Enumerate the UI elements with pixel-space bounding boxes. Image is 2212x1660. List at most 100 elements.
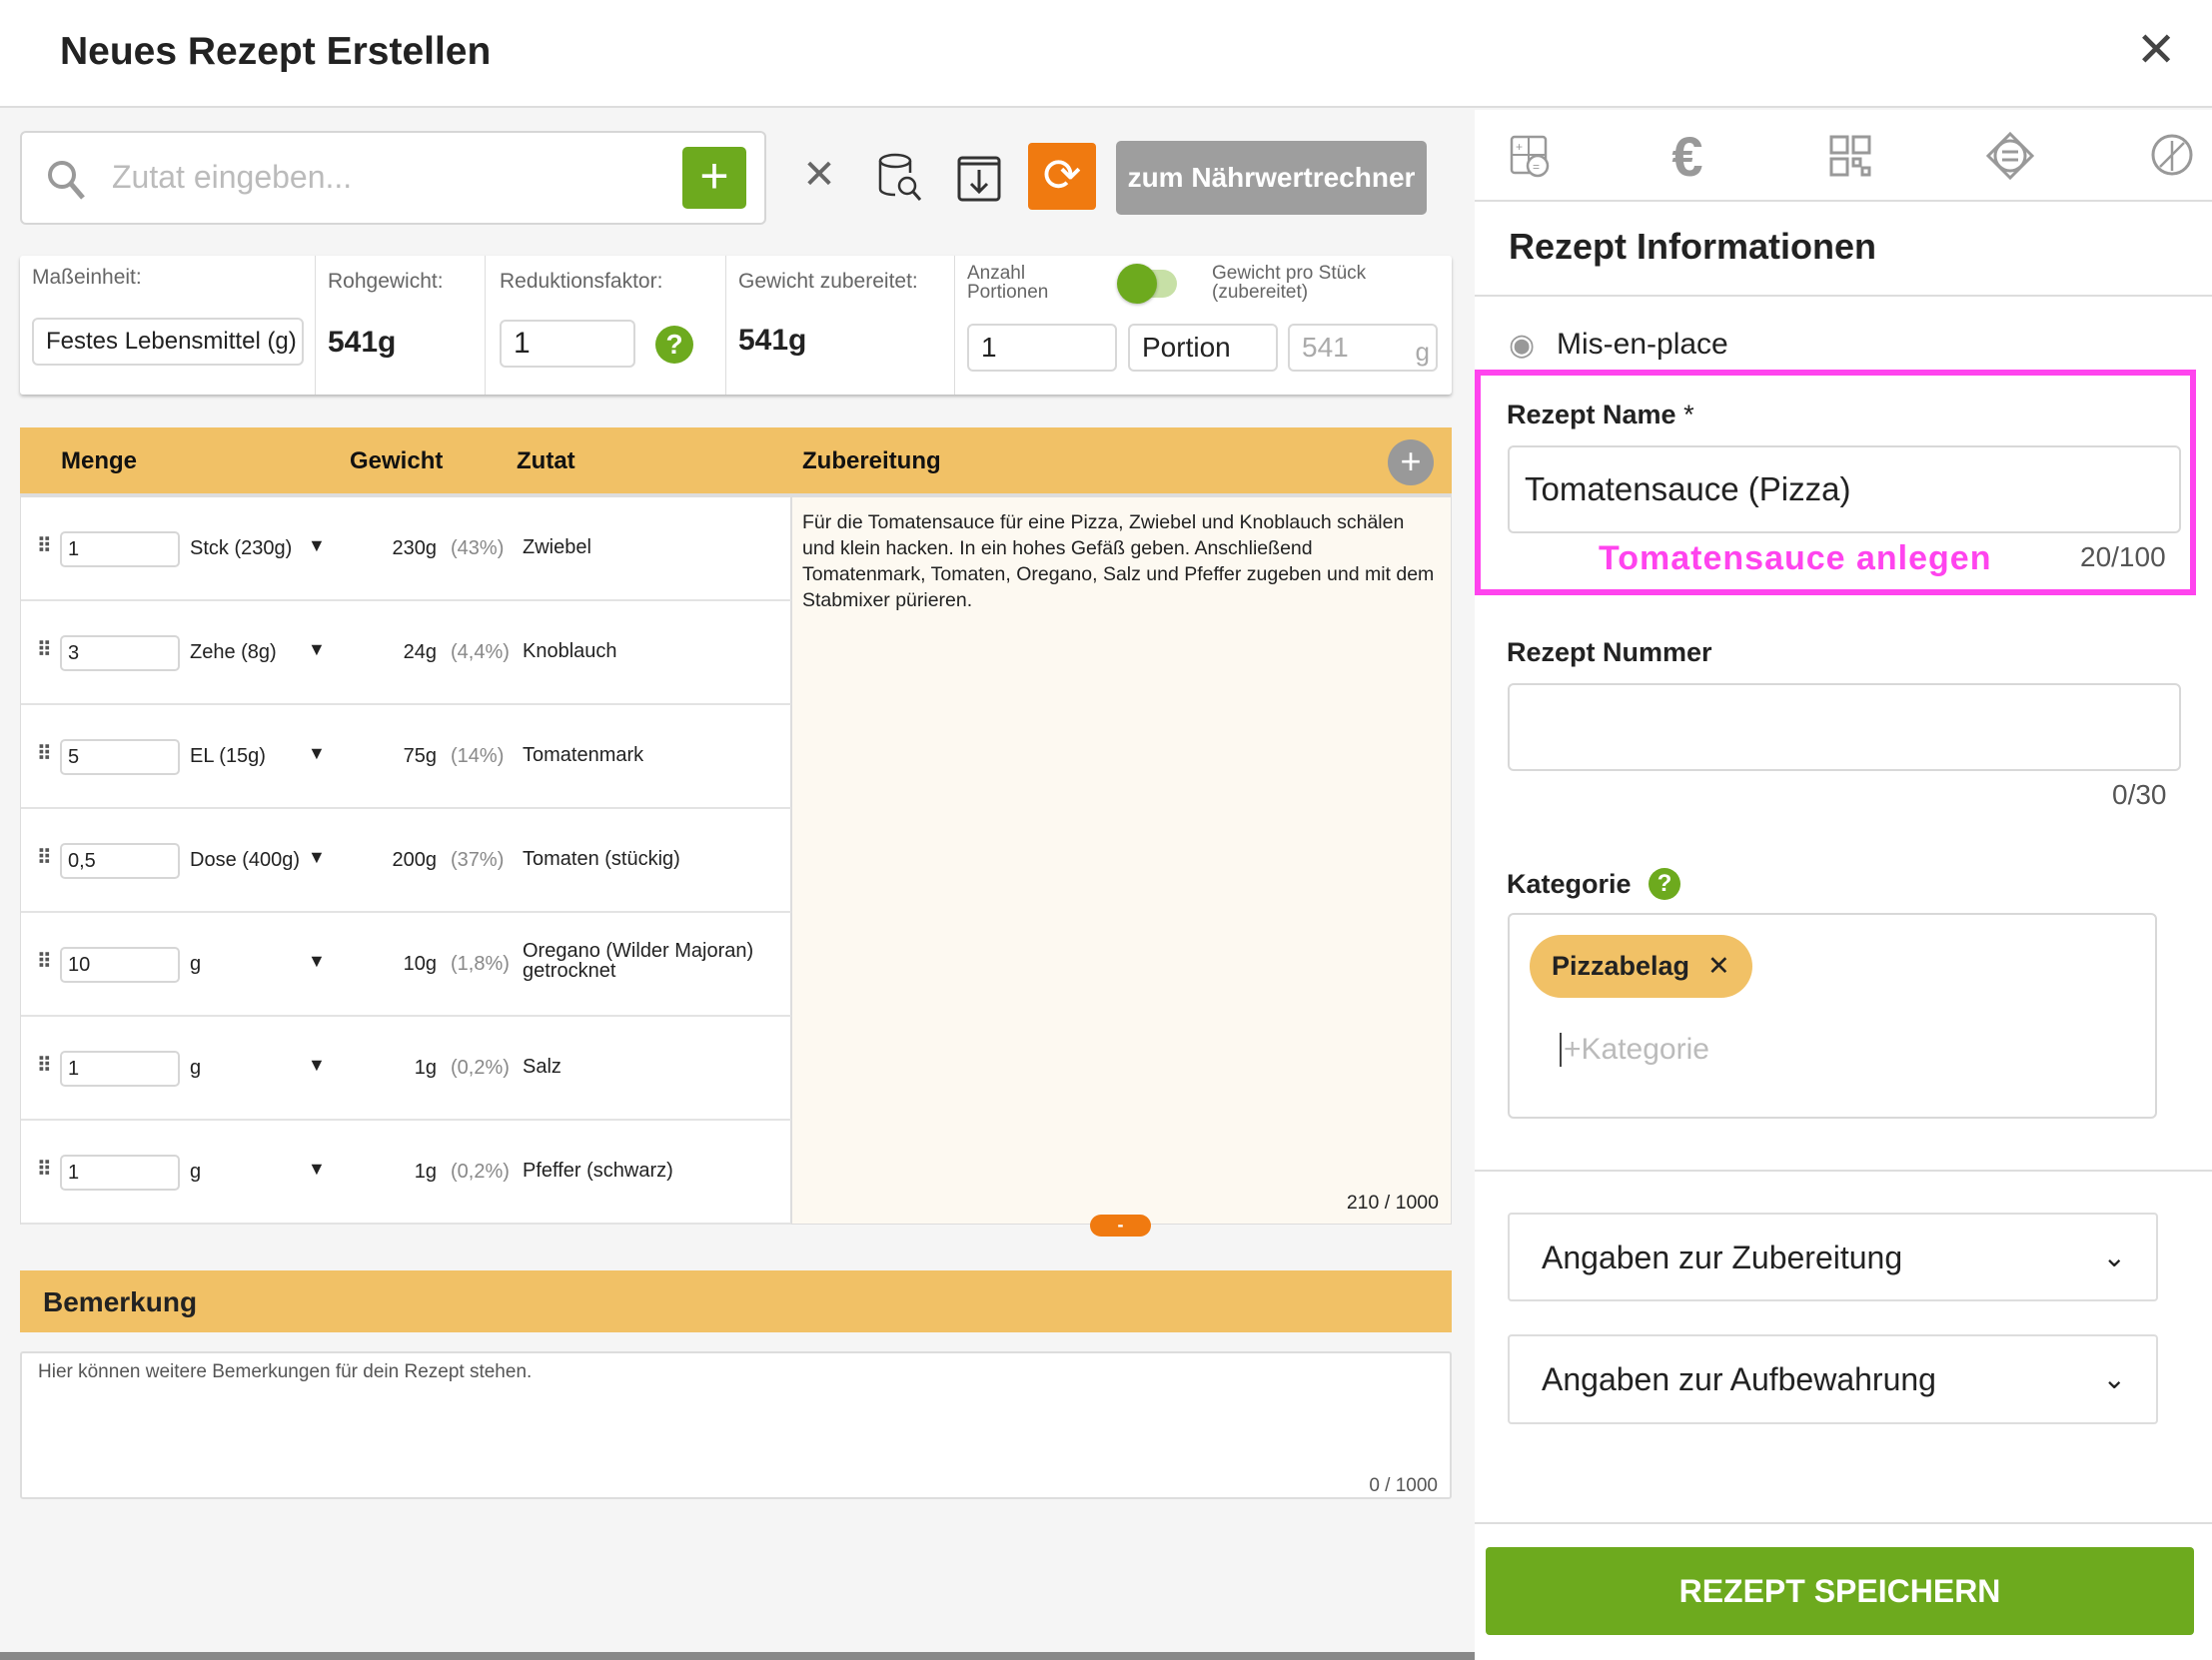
accordion-preparation[interactable]: Angaben zur Zubereitung ⌄ [1508, 1213, 2158, 1301]
category-chip: Pizzabelag ✕ [1530, 935, 1752, 998]
ingredient-search-input[interactable]: Zutat eingeben... [20, 131, 766, 225]
weight-percent: (4,4%) [451, 641, 510, 663]
drag-handle-icon[interactable]: ⠿ [37, 845, 52, 870]
table-row: ⠿ 3 Zehe (8g) ▼ 24g (4,4%) Knoblauch [21, 601, 792, 705]
unit-select[interactable]: Stck (230g) [190, 537, 292, 560]
divider [1475, 1522, 2212, 1524]
recipe-name-label-text: Rezept Name [1507, 400, 1676, 429]
recipe-name-input[interactable]: Tomatensauce (Pizza) [1508, 445, 2181, 533]
ingredient-name[interactable]: Oregano (Wilder Majoran) getrocknet [523, 941, 782, 981]
drag-handle-icon[interactable]: ⠿ [37, 1157, 52, 1182]
collapse-button[interactable]: - [1090, 1215, 1151, 1237]
unit-dropdown-icon[interactable]: ▼ [308, 1159, 326, 1180]
ingredient-name[interactable]: Salz [523, 1057, 782, 1077]
refresh-button[interactable]: ⟳ [1028, 143, 1096, 210]
search-icon [48, 161, 85, 200]
weight-value: 10g [403, 953, 437, 975]
preparation-textarea[interactable]: Für die Tomatensauce für eine Pizza, Zwi… [791, 496, 1452, 1225]
recipe-name-char-count: 20/100 [2080, 541, 2166, 572]
portion-unit-input[interactable]: Portion [1128, 324, 1278, 372]
category-input[interactable]: Pizzabelag ✕ +Kategorie [1508, 913, 2157, 1119]
database-search-icon[interactable] [877, 153, 923, 203]
unit-select[interactable]: EL (15g) [190, 745, 266, 768]
header-qty: Menge [61, 447, 138, 474]
piece-weight-unit: g [1415, 337, 1430, 367]
ingredient-name[interactable]: Zwiebel [523, 537, 782, 557]
reduction-input[interactable]: 1 [500, 320, 635, 368]
weight-percent: (37%) [451, 849, 505, 871]
drag-handle-icon[interactable]: ⠿ [37, 949, 52, 974]
quantity-input[interactable]: 1 [60, 1051, 180, 1087]
unit-dropdown-icon[interactable]: ▼ [308, 847, 326, 868]
annotation-label: Tomatensauce anlegen [1599, 539, 1992, 577]
ingredient-name[interactable]: Tomatenmark [523, 745, 782, 765]
save-recipe-button[interactable]: REZEPT SPEICHERN [1486, 1547, 2194, 1635]
drag-handle-icon[interactable]: ⠿ [37, 533, 52, 558]
calculator-icon[interactable]: += [1510, 135, 1552, 179]
help-icon[interactable]: ? [655, 326, 693, 364]
quantity-input[interactable]: 10 [60, 947, 180, 983]
allergen-icon[interactable] [1986, 132, 2034, 180]
nutrition-calculator-button[interactable]: zum Nährwertrechner [1116, 141, 1427, 215]
drag-handle-icon[interactable]: ⠿ [37, 1053, 52, 1078]
prepared-weight-label: Gewicht zubereitet: [738, 270, 918, 293]
unit-dropdown-icon[interactable]: ▼ [308, 639, 326, 660]
quantity-input[interactable]: 1 [60, 1155, 180, 1191]
quantity-input[interactable]: 1 [60, 531, 180, 567]
portions-input[interactable]: 1 [967, 324, 1117, 372]
eye-off-icon[interactable]: ◉ [1509, 328, 1535, 363]
remark-placeholder: Hier können weitere Bemerkungen für dein… [38, 1361, 533, 1382]
weight-percent: (14%) [451, 745, 505, 767]
prepared-weight-value: 541g [738, 324, 807, 357]
close-icon[interactable]: ✕ [2136, 22, 2176, 78]
drag-handle-icon[interactable]: ⠿ [37, 741, 52, 766]
weight-value: 200g [392, 849, 438, 871]
accordion-storage[interactable]: Angaben zur Aufbewahrung ⌄ [1508, 1334, 2158, 1424]
unit-select[interactable]: Zehe (8g) [190, 641, 277, 664]
download-icon[interactable] [956, 152, 1002, 202]
category-help-icon[interactable]: ? [1649, 868, 1680, 900]
unit-select[interactable]: Festes Lebensmittel (g) [32, 318, 304, 366]
unit-select[interactable]: Dose (400g) [190, 849, 300, 872]
ingredient-name[interactable]: Pfeffer (schwarz) [523, 1161, 782, 1181]
svg-text:+: + [1516, 140, 1523, 154]
unit-select[interactable]: g [190, 953, 201, 976]
recipe-number-input[interactable] [1508, 683, 2181, 771]
clear-icon[interactable]: ✕ [799, 152, 839, 198]
table-row: ⠿ 0,5 Dose (400g) ▼ 200g (37%) Tomaten (… [21, 809, 792, 913]
quantity-input[interactable]: 3 [60, 635, 180, 671]
gluten-free-icon[interactable] [2150, 133, 2194, 177]
add-ingredient-button[interactable]: + [682, 147, 746, 209]
reduction-label: Reduktionsfaktor: [500, 270, 663, 293]
chevron-down-icon: ⌄ [2102, 1242, 2126, 1272]
unit-select[interactable]: g [190, 1161, 201, 1184]
remark-textarea[interactable]: Hier können weitere Bemerkungen für dein… [20, 1351, 1452, 1499]
qr-code-icon[interactable] [1829, 135, 1871, 177]
ingredient-name[interactable]: Knoblauch [523, 641, 782, 661]
category-placeholder: +Kategorie [1560, 1033, 1709, 1067]
unit-dropdown-icon[interactable]: ▼ [308, 1055, 326, 1076]
unit-dropdown-icon[interactable]: ▼ [308, 743, 326, 764]
raw-weight-value: 541g [328, 326, 397, 359]
quantity-input[interactable]: 0,5 [60, 843, 180, 879]
table-row: ⠿ 5 EL (15g) ▼ 75g (14%) Tomatenmark [21, 705, 792, 809]
remove-chip-icon[interactable]: ✕ [1707, 951, 1730, 981]
category-chip-label: Pizzabelag [1552, 951, 1690, 981]
ingredient-name[interactable]: Tomaten (stückig) [523, 849, 782, 869]
unit-select[interactable]: g [190, 1057, 201, 1080]
preparation-text: Für die Tomatensauce für eine Pizza, Zwi… [802, 511, 1435, 611]
euro-icon[interactable]: € [1658, 124, 1717, 189]
piece-weight-label: Gewicht pro Stück (zubereitet) [1212, 263, 1367, 303]
weight-value: 75g [403, 745, 437, 767]
svg-text:=: = [1533, 160, 1540, 174]
recipe-number-char-count: 0/30 [2112, 779, 2167, 810]
unit-dropdown-icon[interactable]: ▼ [308, 535, 326, 556]
add-row-button[interactable]: + [1388, 439, 1434, 485]
unit-dropdown-icon[interactable]: ▼ [308, 951, 326, 972]
drag-handle-icon[interactable]: ⠿ [37, 637, 52, 662]
quantity-input[interactable]: 5 [60, 739, 180, 775]
piece-weight-input[interactable]: 541 g [1288, 324, 1438, 372]
mis-en-place-toggle[interactable]: Mis-en-place [1557, 328, 1728, 362]
category-label: Kategorie [1507, 869, 1632, 899]
portion-toggle[interactable] [1117, 264, 1177, 304]
